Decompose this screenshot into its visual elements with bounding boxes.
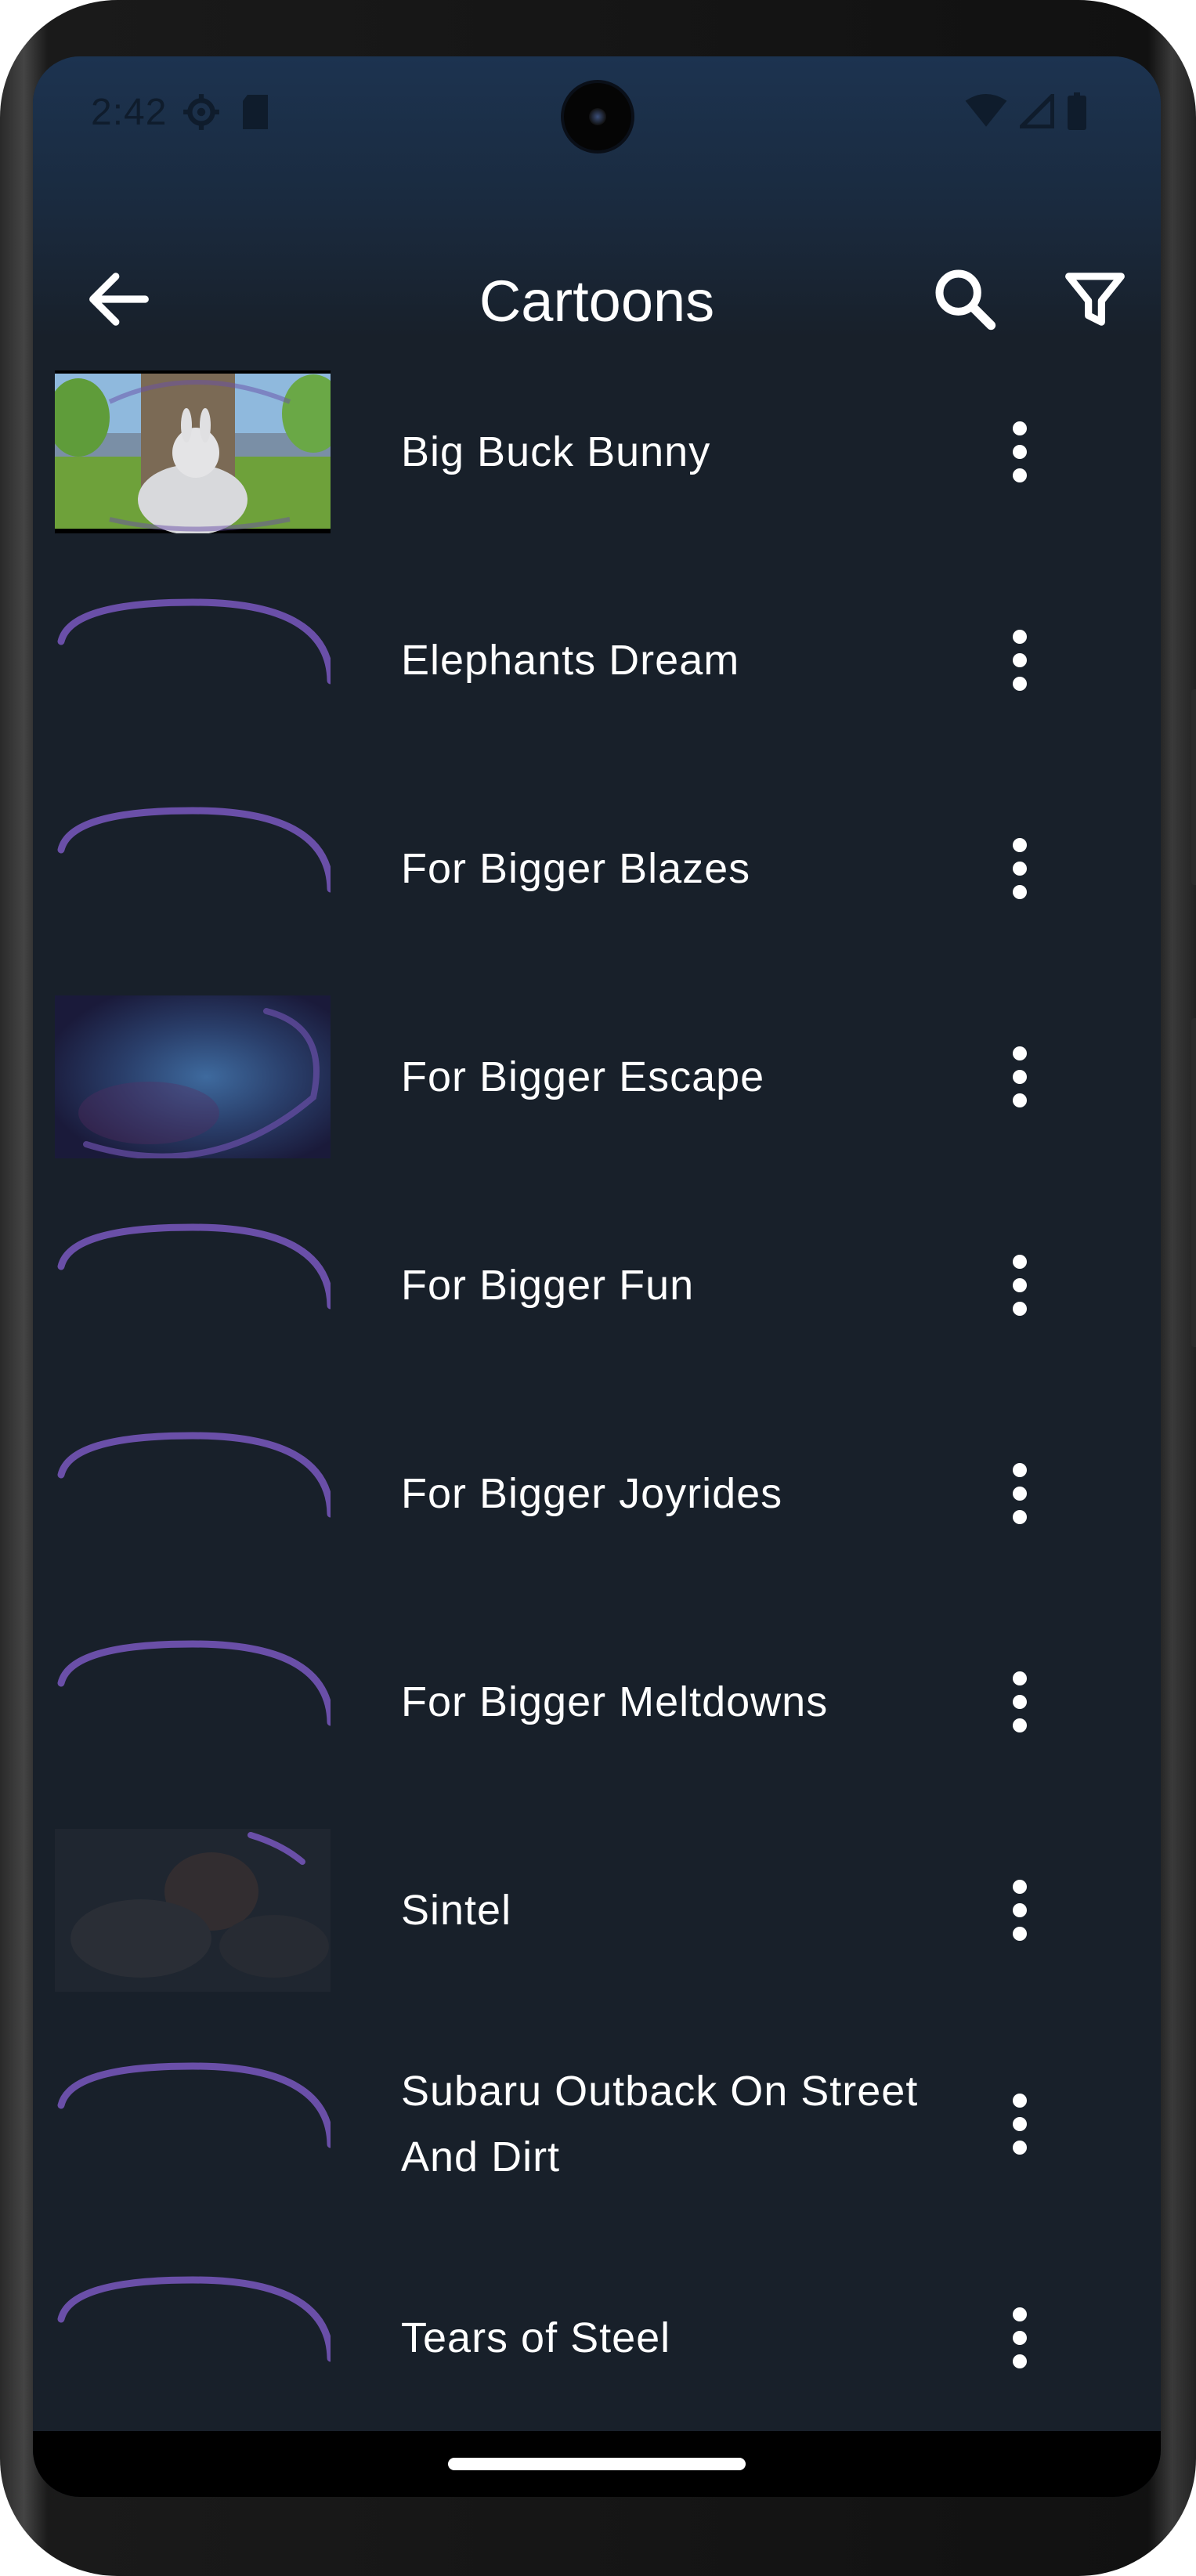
more-vert-icon (988, 1671, 1051, 1744)
video-title: Subaru Outback On Street And Dirt (401, 2068, 919, 2180)
settings-gear-icon (182, 92, 221, 135)
filter-button[interactable] (1056, 260, 1134, 338)
video-list-item[interactable]: Elephants Dream (33, 556, 1161, 764)
search-icon (926, 269, 1004, 341)
more-vert-icon (988, 630, 1051, 703)
video-title: For Bigger Fun (401, 1262, 695, 1309)
home-gesture-handle[interactable] (448, 2458, 746, 2470)
video-list-item[interactable]: Big Buck Bunny (33, 348, 1161, 556)
more-options-button[interactable] (988, 1663, 1051, 1741)
more-options-button[interactable] (988, 829, 1051, 908)
video-title: For Bigger Escape (401, 1053, 765, 1100)
more-vert-icon (988, 838, 1051, 911)
more-options-button[interactable] (988, 1871, 1051, 1949)
thumbnail-loading-spinner[interactable] (55, 579, 331, 742)
more-vert-icon (988, 2094, 1051, 2166)
video-thumbnail[interactable] (55, 995, 331, 1158)
more-vert-icon (988, 1463, 1051, 1536)
status-bar: 2:42 (33, 56, 1161, 158)
video-title: Tears of Steel (401, 2314, 671, 2361)
thumbnail-loading-spinner[interactable] (55, 1620, 331, 1783)
video-title: For Bigger Blazes (401, 845, 751, 892)
more-vert-icon (988, 1880, 1051, 1953)
more-options-button[interactable] (988, 621, 1051, 699)
more-options-button[interactable] (988, 1246, 1051, 1324)
search-button[interactable] (926, 260, 1004, 338)
video-list-item[interactable]: Sintel (33, 1806, 1161, 2014)
volume-button (1191, 1018, 1196, 1347)
more-options-button[interactable] (988, 2299, 1051, 2377)
video-list-item[interactable]: Tears of Steel (33, 2234, 1161, 2442)
thumbnail-loading-spinner[interactable] (55, 2043, 331, 2206)
thumbnail-loading-spinner[interactable] (55, 2256, 331, 2419)
more-vert-icon (988, 2307, 1051, 2380)
video-thumbnail[interactable] (55, 370, 331, 533)
video-list-item[interactable]: For Bigger Fun (33, 1181, 1161, 1389)
video-list-item[interactable]: For Bigger Blazes (33, 764, 1161, 973)
video-title: For Bigger Joyrides (401, 1470, 783, 1517)
status-time: 2:42 (91, 92, 168, 133)
power-button (1191, 689, 1196, 885)
video-thumbnail[interactable] (55, 1829, 331, 1992)
filter-icon (1056, 273, 1134, 341)
navigation-bar (33, 2431, 1161, 2497)
video-list-item[interactable]: For Bigger Meltdowns (33, 1598, 1161, 1806)
sd-card-icon (240, 92, 271, 135)
more-vert-icon (988, 1255, 1051, 1328)
thumbnail-loading-spinner[interactable] (55, 1204, 331, 1367)
video-title: For Bigger Meltdowns (401, 1678, 829, 1725)
more-options-button[interactable] (988, 413, 1051, 491)
video-list-item[interactable]: For Bigger Joyrides (33, 1389, 1161, 1598)
video-title: Elephants Dream (401, 637, 740, 684)
video-title: Big Buck Bunny (401, 428, 711, 475)
more-vert-icon (988, 421, 1051, 494)
more-options-button[interactable] (988, 1038, 1051, 1116)
video-list-item[interactable]: Subaru Outback On Street And Dirt (33, 2014, 1161, 2234)
signal-icon (1016, 90, 1055, 132)
front-camera (564, 83, 631, 150)
more-options-button[interactable] (988, 1454, 1051, 1533)
video-list-item[interactable]: For Bigger Escape (33, 973, 1161, 1181)
screen: 2:42 Cartoons Big Buck Bunny Elephants D… (33, 56, 1161, 2497)
thumbnail-loading-spinner[interactable] (55, 787, 331, 950)
wifi-icon (965, 94, 1007, 132)
video-title: Sintel (401, 1887, 512, 1934)
more-vert-icon (988, 1046, 1051, 1119)
more-options-button[interactable] (988, 2085, 1051, 2163)
device-frame: 2:42 Cartoons Big Buck Bunny Elephants D… (0, 0, 1196, 2576)
thumbnail-loading-spinner[interactable] (55, 1412, 331, 1575)
battery-icon (1067, 92, 1087, 134)
